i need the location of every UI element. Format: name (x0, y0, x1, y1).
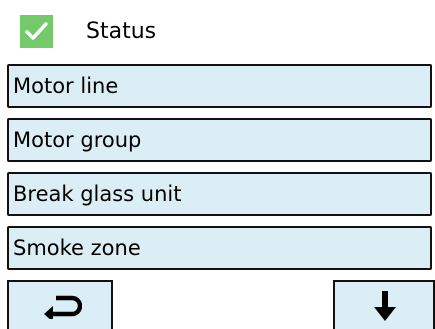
status-header: Status (0, 0, 435, 58)
menu-item-label: Smoke zone (13, 236, 141, 260)
menu-item-label: Break glass unit (13, 182, 182, 206)
arrow-down-icon (374, 291, 396, 321)
page-title: Status (86, 19, 157, 44)
menu-item-label: Motor line (13, 74, 119, 98)
menu-item-break-glass-unit[interactable]: Break glass unit (7, 172, 432, 216)
menu-item-motor-line[interactable]: Motor line (7, 64, 432, 108)
menu-item-motor-group[interactable]: Motor group (7, 118, 432, 162)
status-screen: Status Motor line Motor group Break glas… (0, 0, 435, 329)
menu-item-smoke-zone[interactable]: Smoke zone (7, 226, 432, 270)
next-button[interactable] (333, 280, 435, 329)
back-button[interactable] (7, 280, 113, 329)
check-icon (20, 15, 53, 48)
return-icon (44, 295, 82, 319)
menu-item-label: Motor group (13, 128, 142, 152)
